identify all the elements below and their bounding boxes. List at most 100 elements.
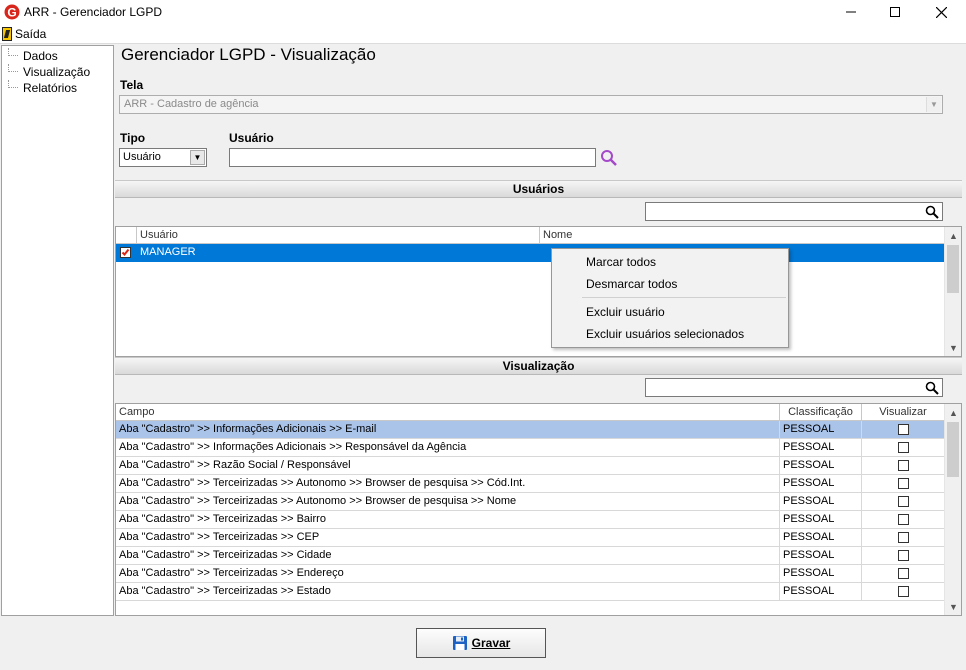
row-campo: Aba "Cadastro" >> Terceirizadas >> Auton… <box>116 475 780 493</box>
row-classificacao: PESSOAL <box>780 583 862 601</box>
tela-combobox[interactable]: ARR - Cadastro de agência ▼ <box>119 95 943 114</box>
scroll-down-icon[interactable]: ▼ <box>945 598 961 615</box>
users-header-usuario[interactable]: Usuário <box>137 227 540 244</box>
ctx-excluir-selecionados[interactable]: Excluir usuários selecionados <box>553 323 787 345</box>
row-visualizar-cell[interactable] <box>862 511 945 529</box>
row-visualizar-cell[interactable] <box>862 493 945 511</box>
visualizar-checkbox[interactable] <box>898 424 909 435</box>
page-title: Gerenciador LGPD - Visualização <box>121 45 376 64</box>
visualizar-checkbox[interactable] <box>898 586 909 597</box>
table-row[interactable]: Aba "Cadastro" >> Terceirizadas >> Cidad… <box>116 547 945 565</box>
scroll-down-icon[interactable]: ▼ <box>945 339 962 356</box>
visualizar-checkbox[interactable] <box>898 532 909 543</box>
close-button[interactable] <box>918 0 964 24</box>
row-visualizar-cell[interactable] <box>862 565 945 583</box>
visualizar-checkbox[interactable] <box>898 460 909 471</box>
visualizar-checkbox[interactable] <box>898 568 909 579</box>
ctx-marcar-todos[interactable]: Marcar todos <box>553 251 787 273</box>
tree-item-label: Relatórios <box>23 81 78 95</box>
context-menu: Marcar todos Desmarcar todos Excluir usu… <box>551 248 789 348</box>
scroll-up-icon[interactable]: ▲ <box>945 227 962 244</box>
svg-text:G: G <box>7 6 16 20</box>
users-filter-input[interactable] <box>645 202 943 221</box>
floppy-disk-icon <box>452 636 467 650</box>
view-filter-input[interactable] <box>645 378 943 397</box>
table-row[interactable]: Aba "Cadastro" >> Informações Adicionais… <box>116 421 945 439</box>
scroll-thumb[interactable] <box>947 245 959 293</box>
ctx-desmarcar-todos[interactable]: Desmarcar todos <box>553 273 787 295</box>
users-header-check <box>116 227 137 244</box>
row-visualizar-cell[interactable] <box>862 439 945 457</box>
row-classificacao: PESSOAL <box>780 529 862 547</box>
row-campo: Aba "Cadastro" >> Terceirizadas >> Ender… <box>116 565 780 583</box>
menu-bar: Saída <box>0 24 966 44</box>
tipo-select[interactable]: Usuário ▼ <box>119 148 207 167</box>
row-visualizar-cell[interactable] <box>862 529 945 547</box>
save-button[interactable]: Gravar <box>416 628 546 658</box>
table-row[interactable]: Aba "Cadastro" >> Terceirizadas >> Auton… <box>116 475 945 493</box>
table-row[interactable]: Aba "Cadastro" >> Informações Adicionais… <box>116 439 945 457</box>
view-scrollbar[interactable]: ▲ ▼ <box>944 404 961 615</box>
scroll-thumb[interactable] <box>947 422 959 477</box>
row-campo: Aba "Cadastro" >> Terceirizadas >> Auton… <box>116 493 780 511</box>
minimize-button[interactable] <box>828 0 874 24</box>
menu-exit[interactable]: Saída <box>2 26 46 42</box>
visualizar-checkbox[interactable] <box>898 478 909 489</box>
chevron-down-icon[interactable]: ▼ <box>190 150 205 165</box>
row-classificacao: PESSOAL <box>780 511 862 529</box>
visualizar-checkbox[interactable] <box>898 496 909 507</box>
row-classificacao: PESSOAL <box>780 421 862 439</box>
search-icon[interactable] <box>599 148 619 168</box>
window-title: ARR - Gerenciador LGPD <box>24 5 163 19</box>
row-usuario: MANAGER <box>140 246 196 258</box>
row-classificacao: PESSOAL <box>780 547 862 565</box>
save-button-label: Gravar <box>471 636 511 650</box>
search-icon[interactable] <box>925 205 939 219</box>
row-visualizar-cell[interactable] <box>862 421 945 439</box>
table-row[interactable]: Aba "Cadastro" >> Terceirizadas >> Estad… <box>116 583 945 601</box>
table-row[interactable]: Aba "Cadastro" >> Terceirizadas >> Auton… <box>116 493 945 511</box>
navigation-tree: Dados Visualização Relatórios <box>1 45 114 616</box>
tree-item-visualizacao[interactable]: Visualização <box>8 64 90 80</box>
view-header-campo[interactable]: Campo <box>116 404 780 421</box>
visualizar-checkbox[interactable] <box>898 442 909 453</box>
row-classificacao: PESSOAL <box>780 475 862 493</box>
row-visualizar-cell[interactable] <box>862 457 945 475</box>
table-row[interactable]: Aba "Cadastro" >> Terceirizadas >> Ender… <box>116 565 945 583</box>
tree-item-relatorios[interactable]: Relatórios <box>8 80 77 96</box>
visualizar-checkbox[interactable] <box>898 514 909 525</box>
row-campo: Aba "Cadastro" >> Terceirizadas >> Cidad… <box>116 547 780 565</box>
tree-item-dados[interactable]: Dados <box>8 48 58 64</box>
row-classificacao: PESSOAL <box>780 493 862 511</box>
users-header-nome[interactable]: Nome <box>540 227 945 244</box>
usuario-label: Usuário <box>229 131 274 145</box>
scroll-up-icon[interactable]: ▲ <box>945 404 961 421</box>
users-scrollbar[interactable]: ▲ ▼ <box>944 227 961 356</box>
table-row[interactable]: Aba "Cadastro" >> Terceirizadas >> Bairr… <box>116 511 945 529</box>
row-classificacao: PESSOAL <box>780 565 862 583</box>
row-campo: Aba "Cadastro" >> Informações Adicionais… <box>116 439 780 457</box>
table-row[interactable]: Aba "Cadastro" >> Razão Social / Respons… <box>116 457 945 475</box>
view-header-classificacao[interactable]: Classificação <box>780 404 862 421</box>
row-checkbox[interactable] <box>120 247 131 258</box>
row-visualizar-cell[interactable] <box>862 475 945 493</box>
view-header-visualizar[interactable]: Visualizar <box>862 404 945 421</box>
search-icon[interactable] <box>925 381 939 395</box>
chevron-down-icon[interactable]: ▼ <box>926 97 941 112</box>
row-visualizar-cell[interactable] <box>862 583 945 601</box>
visualizar-checkbox[interactable] <box>898 550 909 561</box>
row-campo: Aba "Cadastro" >> Terceirizadas >> Bairr… <box>116 511 780 529</box>
row-classificacao: PESSOAL <box>780 457 862 475</box>
ctx-excluir-usuario[interactable]: Excluir usuário <box>553 301 787 323</box>
row-visualizar-cell[interactable] <box>862 547 945 565</box>
row-campo: Aba "Cadastro" >> Terceirizadas >> CEP <box>116 529 780 547</box>
tree-item-label: Visualização <box>23 65 91 79</box>
table-row[interactable]: MANAGER <box>116 244 945 262</box>
maximize-button[interactable] <box>872 0 918 24</box>
row-classificacao: PESSOAL <box>780 439 862 457</box>
usuario-input[interactable] <box>229 148 596 167</box>
menu-separator <box>582 297 786 298</box>
tree-connector <box>8 48 18 56</box>
table-row[interactable]: Aba "Cadastro" >> Terceirizadas >> CEP PE… <box>116 529 945 547</box>
row-checkbox-cell[interactable] <box>116 244 137 262</box>
